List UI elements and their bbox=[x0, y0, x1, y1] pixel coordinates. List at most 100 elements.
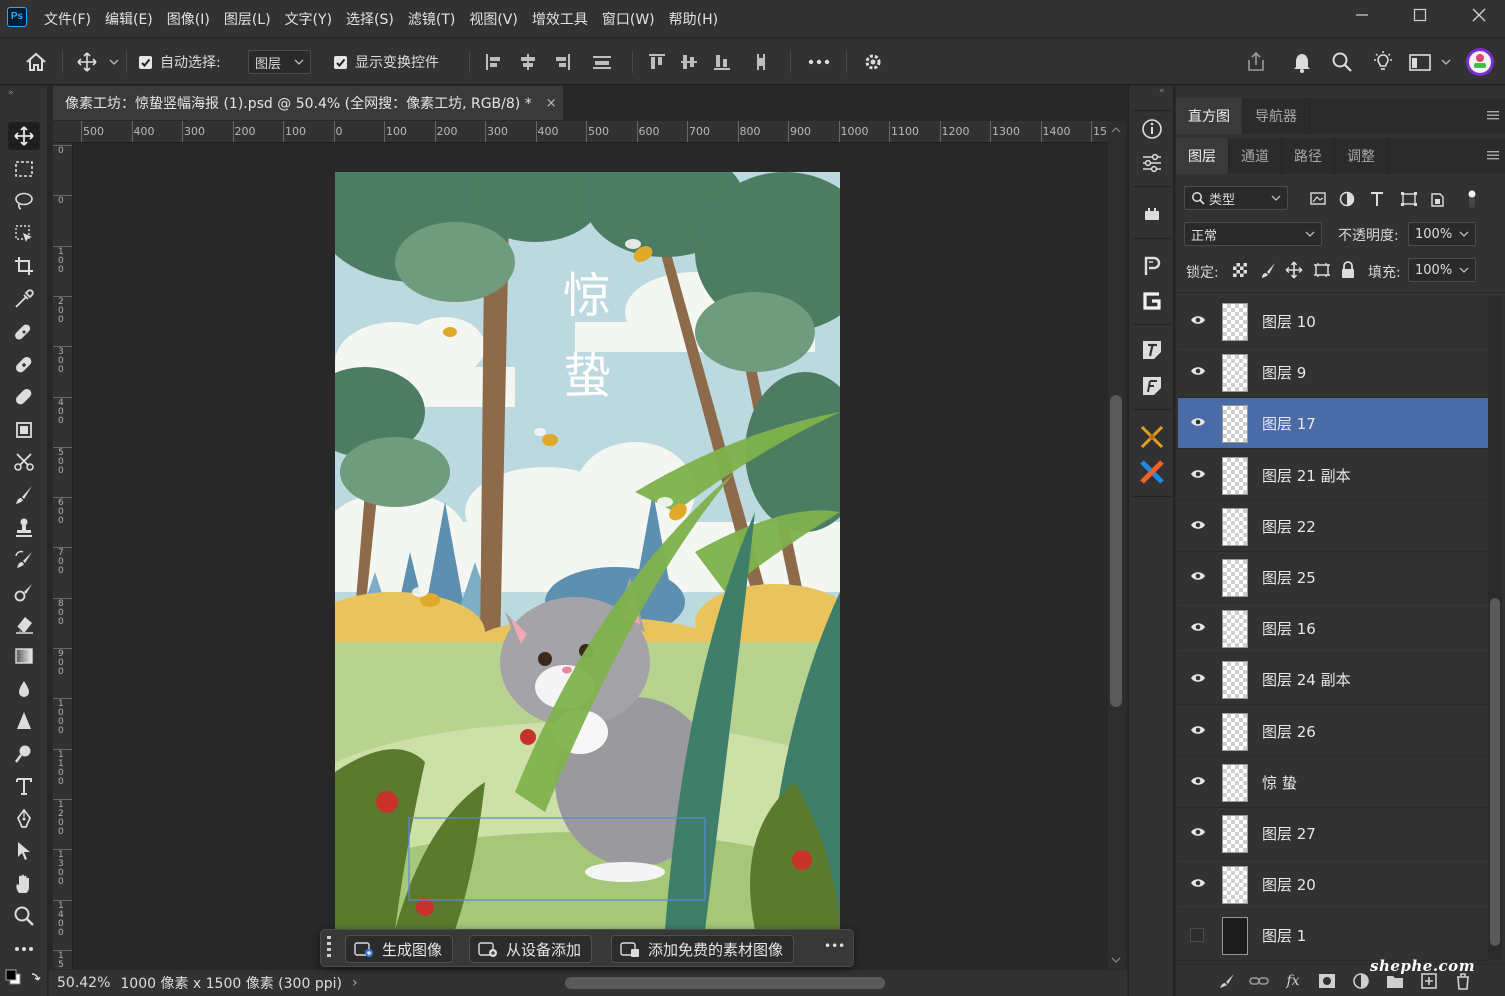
close-tab-icon[interactable]: × bbox=[546, 96, 557, 111]
healing-brush-icon[interactable] bbox=[8, 351, 40, 379]
layer-thumbnail[interactable] bbox=[1222, 763, 1248, 802]
path-selection-icon[interactable] bbox=[8, 837, 40, 865]
glyphs-g-icon[interactable] bbox=[1138, 287, 1166, 315]
info-icon[interactable] bbox=[1138, 115, 1166, 143]
auto-select-target-dropdown[interactable]: 图层 bbox=[248, 50, 311, 74]
paragraph-style-icon[interactable] bbox=[1138, 252, 1166, 280]
patch-tool-icon[interactable] bbox=[8, 383, 40, 411]
fill-input[interactable]: 100% bbox=[1408, 258, 1476, 282]
menu-select[interactable]: 选择(S) bbox=[346, 9, 394, 29]
layer-row[interactable]: 惊 蛰 bbox=[1178, 756, 1488, 808]
hand-tool-icon[interactable] bbox=[8, 870, 40, 898]
opacity-input[interactable]: 100% bbox=[1408, 222, 1476, 246]
gradient-tool-icon[interactable] bbox=[8, 642, 40, 670]
plugins-icon[interactable] bbox=[1138, 200, 1166, 228]
tab-histogram[interactable]: 直方图 bbox=[1176, 98, 1243, 134]
visibility-eye-icon[interactable] bbox=[1190, 468, 1206, 480]
dodge-tool-icon[interactable] bbox=[8, 740, 40, 768]
layer-row[interactable]: 图层 10 bbox=[1178, 296, 1488, 347]
clone-stamp-icon[interactable] bbox=[8, 513, 40, 541]
layer-row[interactable]: 图层 20 bbox=[1178, 859, 1488, 911]
layer-thumbnail[interactable] bbox=[1222, 354, 1248, 393]
task-bar-more-icon[interactable]: ••• bbox=[824, 939, 845, 953]
visibility-eye-icon[interactable] bbox=[1190, 416, 1206, 428]
layer-name[interactable]: 图层 16 bbox=[1262, 618, 1316, 639]
scissors-tool-icon[interactable] bbox=[8, 448, 40, 476]
layer-name[interactable]: 图层 24 副本 bbox=[1262, 669, 1351, 690]
layer-thumbnail[interactable] bbox=[1222, 866, 1248, 905]
visibility-eye-icon[interactable] bbox=[1190, 877, 1206, 889]
visibility-eye-icon[interactable] bbox=[1190, 621, 1206, 633]
layer-row[interactable]: 图层 24 副本 bbox=[1178, 654, 1488, 706]
home-icon[interactable] bbox=[24, 39, 48, 85]
scroll-down-arrow-icon[interactable] bbox=[1111, 955, 1121, 965]
tab-navigator[interactable]: 导航器 bbox=[1243, 98, 1310, 134]
zoom-level[interactable]: 50.42% bbox=[57, 975, 110, 991]
blend-mode-dropdown[interactable]: 正常 bbox=[1184, 222, 1322, 246]
tab-adjustments[interactable]: 调整 bbox=[1335, 138, 1388, 174]
share-icon[interactable] bbox=[1244, 39, 1268, 85]
layer-name[interactable]: 图层 21 副本 bbox=[1262, 465, 1351, 486]
layer-filter-kind-dropdown[interactable]: 类型 bbox=[1184, 186, 1288, 210]
menu-type[interactable]: 文字(Y) bbox=[285, 9, 332, 29]
more-tools-icon[interactable] bbox=[8, 935, 40, 963]
menu-help[interactable]: 帮助(H) bbox=[669, 9, 718, 29]
menu-image[interactable]: 图像(I) bbox=[167, 9, 210, 29]
discover-lightbulb-icon[interactable] bbox=[1371, 39, 1395, 85]
layer-thumbnail[interactable] bbox=[1222, 303, 1248, 341]
tab-channels[interactable]: 通道 bbox=[1229, 138, 1282, 174]
layer-thumbnail[interactable] bbox=[1222, 456, 1248, 495]
visibility-eye-icon[interactable] bbox=[1190, 724, 1206, 736]
mixer-brush-icon[interactable] bbox=[8, 578, 40, 606]
layer-row[interactable]: 图层 22 bbox=[1178, 500, 1488, 552]
drag-handle-icon[interactable] bbox=[325, 934, 333, 962]
type-tool-icon[interactable] bbox=[8, 772, 40, 800]
layer-effects-fx-icon[interactable]: fx bbox=[1282, 971, 1304, 991]
brush-tool-icon[interactable] bbox=[8, 481, 40, 509]
marquee-tool-icon[interactable] bbox=[8, 155, 40, 183]
lasso-tool-icon[interactable] bbox=[8, 187, 40, 215]
eyedropper-tool-icon[interactable] bbox=[8, 285, 40, 313]
search-icon[interactable] bbox=[1331, 39, 1353, 85]
layer-name[interactable]: 图层 26 bbox=[1262, 721, 1316, 742]
history-brush-icon[interactable] bbox=[8, 546, 40, 574]
user-avatar-icon[interactable] bbox=[1465, 39, 1495, 85]
status-menu-arrow[interactable]: › bbox=[352, 975, 358, 991]
visibility-eye-icon[interactable] bbox=[1190, 775, 1206, 787]
layer-name[interactable]: 惊 蛰 bbox=[1262, 772, 1297, 793]
layer-thumbnail[interactable] bbox=[1222, 815, 1248, 853]
auto-select-checkbox[interactable]: 自动选择: bbox=[139, 39, 221, 85]
tab-paths[interactable]: 路径 bbox=[1282, 138, 1335, 174]
layer-thumbnail[interactable] bbox=[1222, 507, 1248, 546]
visibility-eye-icon[interactable] bbox=[1190, 365, 1206, 377]
add-mask-icon[interactable] bbox=[1316, 971, 1338, 991]
notifications-bell-icon[interactable] bbox=[1291, 39, 1313, 85]
layer-row[interactable]: 图层 16 bbox=[1178, 603, 1488, 655]
brush-adjust-icon[interactable] bbox=[1216, 971, 1238, 991]
collapse-chevrons-icon[interactable]: » bbox=[8, 88, 14, 98]
foreground-background-colors-icon[interactable] bbox=[4, 968, 44, 992]
sharpen-tool-icon[interactable] bbox=[8, 707, 40, 735]
character-style-icon[interactable] bbox=[1138, 336, 1166, 364]
crop-tool-icon[interactable] bbox=[8, 252, 40, 280]
tools-cross-icon[interactable] bbox=[1138, 423, 1166, 451]
add-free-assets-button[interactable]: 添加免费的素材图像 bbox=[611, 935, 795, 963]
layers-scroll-thumb[interactable] bbox=[1490, 598, 1500, 946]
maximize-icon[interactable] bbox=[1405, 4, 1435, 26]
layer-name[interactable]: 图层 27 bbox=[1262, 823, 1316, 844]
canvas-area[interactable]: 惊 蛰 bbox=[74, 143, 1108, 969]
x-plugin-icon[interactable] bbox=[1138, 458, 1166, 486]
canvas-horizontal-scroll-thumb[interactable] bbox=[565, 977, 885, 989]
layer-name[interactable]: 图层 17 bbox=[1262, 413, 1316, 434]
visibility-eye-icon[interactable] bbox=[1190, 826, 1206, 838]
eraser-tool-icon[interactable] bbox=[8, 610, 40, 638]
layer-name[interactable]: 图层 9 bbox=[1262, 362, 1306, 383]
menu-file[interactable]: 文件(F) bbox=[44, 9, 91, 29]
generate-image-button[interactable]: 生成图像 bbox=[345, 935, 454, 963]
menu-layer[interactable]: 图层(L) bbox=[224, 9, 271, 29]
zoom-tool-icon[interactable] bbox=[8, 902, 40, 930]
workspace-layout-icon[interactable] bbox=[1408, 39, 1454, 85]
menu-plugins[interactable]: 增效工具 bbox=[532, 9, 588, 29]
panel-menu-icon[interactable] bbox=[1487, 110, 1499, 120]
adjustments-sliders-icon[interactable] bbox=[1138, 149, 1166, 177]
